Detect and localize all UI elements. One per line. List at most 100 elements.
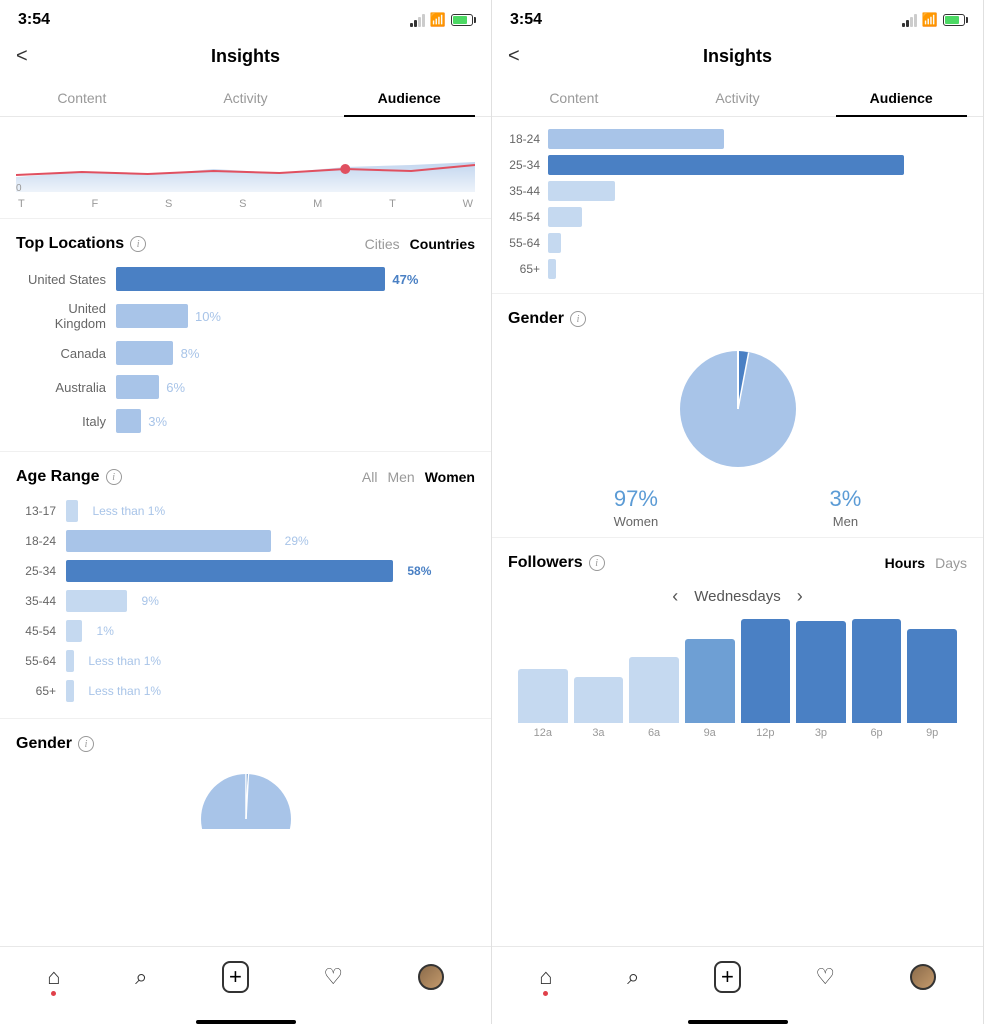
- bar-fill-uk: [116, 304, 188, 328]
- top-locations-header: Top Locations i Cities Countries: [16, 235, 475, 253]
- time-right: 3:54: [510, 11, 542, 29]
- nav-home-left[interactable]: ⌂: [47, 964, 60, 990]
- gender-section-left: Gender i: [0, 719, 491, 857]
- age-bar-65: 65+ Less than 1%: [16, 680, 475, 702]
- age-bars-right-section: 18-24 25-34 35-44 45-54: [492, 117, 983, 294]
- toggle-countries[interactable]: Countries: [410, 236, 475, 252]
- left-panel: 3:54 📶 < Insights Content Activity Audie…: [0, 0, 492, 1024]
- toggle-women[interactable]: Women: [425, 469, 475, 485]
- toggle-hours[interactable]: Hours: [885, 555, 925, 571]
- gender-section-right: Gender i 97% Women 3%: [492, 294, 983, 538]
- page-title-right: Insights: [703, 46, 772, 67]
- bar-row-it: Italy 3%: [16, 409, 475, 433]
- back-button-right[interactable]: <: [508, 45, 520, 68]
- tab-content-left[interactable]: Content: [0, 80, 164, 116]
- nav-search-right[interactable]: ⌕: [627, 964, 639, 990]
- vbar-3a: 3a: [574, 619, 624, 739]
- toggle-cities[interactable]: Cities: [365, 236, 400, 252]
- header-right: < Insights: [492, 36, 983, 80]
- right-panel: 3:54 📶 < Insights Content Activity Audie…: [492, 0, 984, 1024]
- vbar-9a: 9a: [685, 619, 735, 739]
- tabs-right: Content Activity Audience: [492, 80, 983, 117]
- women-label: Women: [614, 514, 659, 529]
- followers-info-icon[interactable]: i: [589, 555, 605, 571]
- search-icon-left: ⌕: [135, 964, 147, 990]
- home-icon-left: ⌂: [47, 964, 60, 990]
- women-stat: 97% Women: [614, 486, 659, 529]
- age-range-info-icon[interactable]: i: [106, 469, 122, 485]
- right-age-25: 25-34: [492, 155, 983, 175]
- bar-label-us: United States: [16, 272, 116, 287]
- pie-chart-right: [508, 344, 967, 474]
- nav-profile-left[interactable]: [418, 964, 444, 990]
- tab-audience-right[interactable]: Audience: [819, 80, 983, 116]
- bar-pct-it: 3%: [148, 414, 167, 429]
- tab-audience-left[interactable]: Audience: [327, 80, 491, 116]
- tab-activity-right[interactable]: Activity: [656, 80, 820, 116]
- right-age-35: 35-44: [492, 181, 983, 201]
- nav-heart-left[interactable]: ♡: [323, 964, 343, 990]
- bar-fill-ca: [116, 341, 173, 365]
- men-label: Men: [830, 514, 862, 529]
- bar-row-au: Australia 6%: [16, 375, 475, 399]
- right-age-18: 18-24: [492, 129, 983, 149]
- bottom-nav-right: ⌂ ⌕ + ♡: [492, 946, 983, 1016]
- home-bar-left: [196, 1020, 296, 1024]
- followers-title: Followers: [508, 554, 583, 572]
- men-pct: 3%: [830, 486, 862, 512]
- top-locations-toggle: Cities Countries: [365, 236, 475, 252]
- vbar-6p: 6p: [852, 619, 902, 739]
- next-day-btn[interactable]: ›: [797, 586, 803, 607]
- tab-activity-left[interactable]: Activity: [164, 80, 328, 116]
- back-button-left[interactable]: <: [16, 45, 28, 68]
- gender-info-icon-right[interactable]: i: [570, 311, 586, 327]
- gender-title-left: Gender: [16, 735, 72, 753]
- toggle-men[interactable]: Men: [387, 469, 414, 485]
- nav-add-left[interactable]: +: [222, 961, 249, 993]
- vbar-9p: 9p: [907, 619, 957, 739]
- signal-right: [902, 14, 917, 27]
- toggle-days[interactable]: Days: [935, 555, 967, 571]
- age-range-section: Age Range i All Men Women 13-17 Less tha…: [0, 452, 491, 719]
- pie-svg-right: [673, 344, 803, 474]
- age-bar-13: 13-17 Less than 1%: [16, 500, 475, 522]
- gender-title-right: Gender: [508, 310, 564, 328]
- bar-pct-au: 6%: [166, 380, 185, 395]
- home-dot-left: [51, 991, 56, 996]
- age-bar-35: 35-44 9%: [16, 590, 475, 612]
- bar-track-uk: 10%: [116, 304, 475, 328]
- content-left: 0 T F S S M T W Top Locations i Citi: [0, 117, 491, 946]
- top-locations-title: Top Locations: [16, 235, 124, 253]
- search-icon-right: ⌕: [627, 964, 639, 990]
- heart-icon-right: ♡: [815, 964, 835, 990]
- vbar-6a: 6a: [629, 619, 679, 739]
- right-age-45: 45-54: [492, 207, 983, 227]
- prev-day-btn[interactable]: ‹: [672, 586, 678, 607]
- age-range-title: Age Range: [16, 468, 100, 486]
- toggle-all[interactable]: All: [362, 469, 378, 485]
- bar-track-ca: 8%: [116, 341, 475, 365]
- top-chart: 0 T F S S M T W: [0, 117, 491, 219]
- pie-svg-left: [196, 769, 296, 829]
- nav-add-right[interactable]: +: [714, 961, 741, 993]
- add-icon-right: +: [714, 961, 741, 993]
- bottom-nav-left: ⌂ ⌕ + ♡: [0, 946, 491, 1016]
- age-bar-25: 25-34 58%: [16, 560, 475, 582]
- age-range-toggle: All Men Women: [362, 469, 475, 485]
- area-chart: 0: [16, 117, 475, 197]
- tab-content-right[interactable]: Content: [492, 80, 656, 116]
- followers-chart: 12a 3a 6a 9a: [508, 619, 967, 739]
- nav-profile-right[interactable]: [910, 964, 936, 990]
- nav-search-left[interactable]: ⌕: [135, 964, 147, 990]
- age-bar-55: 55-64 Less than 1%: [16, 650, 475, 672]
- status-bar-left: 3:54 📶: [0, 0, 491, 36]
- time-left: 3:54: [18, 11, 50, 29]
- header-left: < Insights: [0, 36, 491, 80]
- avatar-right: [910, 964, 936, 990]
- top-locations-info-icon[interactable]: i: [130, 236, 146, 252]
- nav-home-right[interactable]: ⌂: [539, 964, 552, 990]
- nav-heart-right[interactable]: ♡: [815, 964, 835, 990]
- gender-info-icon-left[interactable]: i: [78, 736, 94, 752]
- wifi-icon-right: 📶: [922, 12, 938, 28]
- gender-stats-right: 97% Women 3% Men: [508, 486, 967, 529]
